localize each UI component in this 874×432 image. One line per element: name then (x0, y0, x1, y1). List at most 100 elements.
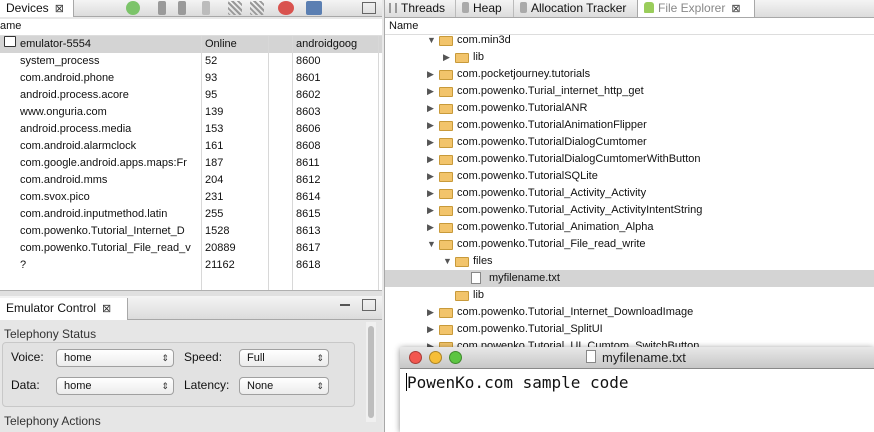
collapse-arrow-icon[interactable]: ▼ (443, 253, 452, 270)
expand-arrow-icon[interactable]: ▶ (427, 168, 434, 185)
table-row[interactable]: emulator-5554 Online androidgoog (0, 36, 382, 53)
file-tree-folder[interactable]: ▶ com.powenko.Tutorial_Animation_Alpha (385, 219, 874, 236)
device-name-cell: com.svox.pico (20, 191, 90, 203)
expand-arrow-icon[interactable]: ▶ (427, 202, 434, 219)
collapse-arrow-icon[interactable]: ▼ (427, 236, 436, 253)
vertical-scrollbar[interactable] (366, 322, 376, 422)
start-method-profiling-icon[interactable] (250, 1, 264, 15)
folder-icon (439, 121, 453, 131)
dump-hprof-icon[interactable] (178, 1, 186, 15)
file-tree-folder[interactable]: ▶ com.powenko.TutorialANR (385, 100, 874, 117)
file-tree-folder[interactable]: ▼ com.powenko.Tutorial_File_read_write (385, 236, 874, 253)
expand-arrow-icon[interactable]: ▶ (427, 66, 434, 83)
port-cell: 8618 (296, 259, 321, 271)
device-name-cell: com.google.android.apps.maps:Fr (20, 157, 187, 169)
devices-table: emulator-5554 Online androidgoog system_pro… (0, 36, 382, 290)
speed-label: Speed: (184, 350, 223, 364)
file-tree-file[interactable]: myfilename.txt (385, 270, 874, 287)
folder-icon (439, 155, 453, 165)
pid-cell: 153 (205, 123, 224, 135)
expand-arrow-icon[interactable]: ▶ (427, 185, 434, 202)
data-select[interactable]: home ⇕ (56, 377, 174, 395)
minimize-window-button[interactable] (429, 351, 442, 364)
table-row[interactable]: android.process.media 153 8606 (0, 121, 382, 138)
table-row[interactable]: system_process 52 8600 (0, 53, 382, 70)
telephony-actions-title: Telephony Actions (4, 414, 101, 428)
table-row[interactable]: com.android.mms 204 8612 (0, 172, 382, 189)
table-row[interactable]: www.onguria.com 139 8603 (0, 104, 382, 121)
file-tree-folder[interactable]: ▶ lib (385, 49, 874, 66)
table-row[interactable]: com.android.alarmclock 161 8608 (0, 138, 382, 155)
file-tree-folder[interactable]: ▶ com.powenko.Tutorial_Activity_Activity (385, 185, 874, 202)
file-tree-folder[interactable]: ▶ com.powenko.TutorialDialogCumtomerWithB… (385, 151, 874, 168)
expand-arrow-icon[interactable]: ▶ (427, 134, 434, 151)
screen-capture-icon[interactable] (306, 1, 322, 15)
emulator-control-tabbar: Emulator Control ⊠ (0, 296, 382, 320)
editor-content[interactable]: PowenKo.com sample code (406, 373, 629, 392)
debug-icon[interactable] (126, 1, 140, 15)
file-tree-folder[interactable]: ▶ com.powenko.TutorialSQLite (385, 168, 874, 185)
table-row[interactable]: com.android.inputmethod.latin 255 8615 (0, 206, 382, 223)
table-row[interactable]: android.process.acore 95 8602 (0, 87, 382, 104)
voice-select[interactable]: home ⇕ (56, 349, 174, 367)
right-tabbar: Threads Heap Allocation Tracker File Exp… (385, 0, 874, 18)
file-tree-folder[interactable]: ▶ com.powenko.Tutorial_Activity_ActivityI… (385, 202, 874, 219)
cause-gc-icon[interactable] (202, 1, 210, 15)
tab-emulator-control-label: Emulator Control (6, 301, 97, 315)
file-tree-folder[interactable]: ▶ com.powenko.TutorialDialogCumtomer (385, 134, 874, 151)
close-icon[interactable]: ⊠ (731, 1, 740, 17)
editor-titlebar[interactable]: myfilename.txt (400, 347, 874, 369)
scrollbar-thumb[interactable] (368, 326, 374, 418)
file-tree-folder[interactable]: ▼ files (385, 253, 874, 270)
file-tree-folder[interactable]: ▶ com.powenko.TutorialAnimationFlipper (385, 117, 874, 134)
file-tree-folder[interactable]: ▶ com.pocketjourney.tutorials (385, 66, 874, 83)
tab-threads[interactable]: Threads (385, 0, 455, 17)
tab-allocation-tracker[interactable]: Allocation Tracker (513, 0, 637, 17)
expand-arrow-icon[interactable]: ▶ (427, 117, 434, 134)
close-window-button[interactable] (409, 351, 422, 364)
tab-file-explorer-label: File Explorer (658, 1, 726, 15)
table-row[interactable]: com.powenko.Tutorial_Internet_D 1528 8613 (0, 223, 382, 240)
file-tree-folder[interactable]: lib (385, 287, 874, 304)
expand-arrow-icon[interactable]: ▶ (427, 100, 434, 117)
tab-file-explorer[interactable]: File Explorer ⊠ (637, 0, 755, 17)
maximize-icon[interactable] (362, 2, 376, 14)
table-row[interactable]: com.android.phone 93 8601 (0, 70, 382, 87)
emulator-control-panel: Telephony Status Voice: home ⇕ Speed: Ful… (0, 320, 382, 432)
folder-icon (439, 87, 453, 97)
file-tree-folder[interactable]: ▶ com.powenko.Tutorial_Internet_DownloadI… (385, 304, 874, 321)
pid-cell: 20889 (205, 242, 236, 254)
expand-arrow-icon[interactable]: ▶ (427, 151, 434, 168)
table-row[interactable]: com.powenko.Tutorial_File_read_v 20889 861… (0, 240, 382, 257)
expand-arrow-icon[interactable]: ▶ (427, 83, 434, 100)
tab-heap[interactable]: Heap (455, 0, 513, 17)
expand-arrow-icon[interactable]: ▶ (443, 49, 450, 66)
table-row[interactable]: com.svox.pico 231 8614 (0, 189, 382, 206)
tree-item-label: files (473, 255, 493, 267)
tree-item-label: com.powenko.TutorialAnimationFlipper (457, 119, 647, 131)
file-tree-folder[interactable]: ▼ com.min3d (385, 32, 874, 49)
maximize-icon[interactable] (362, 299, 376, 311)
tab-emulator-control[interactable]: Emulator Control ⊠ (0, 298, 128, 320)
minimize-icon[interactable] (340, 304, 350, 306)
zoom-window-button[interactable] (449, 351, 462, 364)
collapse-arrow-icon[interactable]: ▼ (427, 32, 436, 49)
update-heap-icon[interactable] (158, 1, 166, 15)
table-row[interactable]: ? 21162 8618 (0, 257, 382, 274)
latency-select[interactable]: None ⇕ (239, 377, 329, 395)
file-tree-folder[interactable]: ▶ com.powenko.Tutorial_SplitUI (385, 321, 874, 338)
close-icon[interactable]: ⊠ (102, 299, 111, 319)
tree-item-label: com.powenko.TutorialSQLite (457, 170, 598, 182)
speed-select[interactable]: Full ⇕ (239, 349, 329, 367)
column-header-name[interactable]: ame (0, 20, 21, 32)
expand-arrow-icon[interactable]: ▶ (427, 321, 434, 338)
tab-devices[interactable]: Devices ⊠ (0, 0, 74, 17)
column-header-name[interactable]: Name (389, 20, 418, 32)
file-tree-folder[interactable]: ▶ com.powenko.Turial_internet_http_get (385, 83, 874, 100)
table-row[interactable]: com.google.android.apps.maps:Fr 187 8611 (0, 155, 382, 172)
expand-arrow-icon[interactable]: ▶ (427, 219, 434, 236)
close-icon[interactable]: ⊠ (55, 1, 64, 17)
update-threads-icon[interactable] (228, 1, 242, 15)
stop-process-icon[interactable] (278, 1, 294, 15)
expand-arrow-icon[interactable]: ▶ (427, 304, 434, 321)
